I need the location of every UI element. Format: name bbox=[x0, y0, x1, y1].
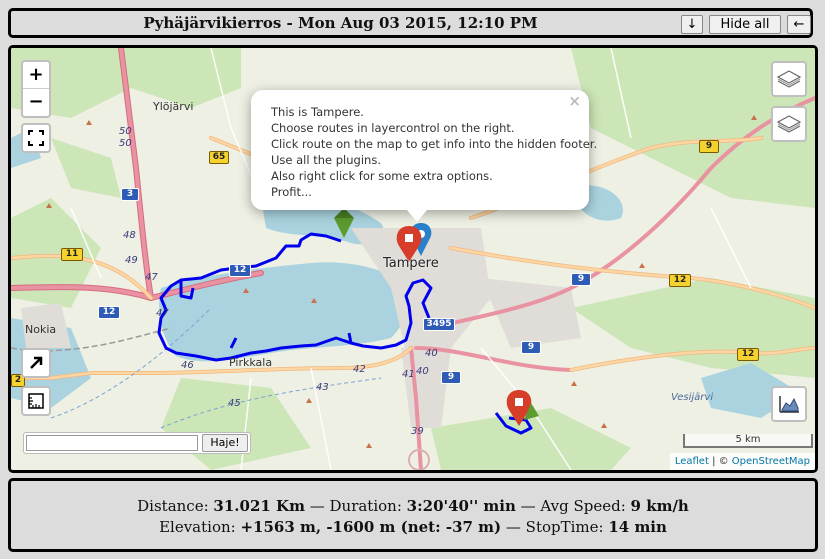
route-number-45: 45 bbox=[228, 398, 241, 409]
arrow-up-right-icon bbox=[30, 356, 43, 369]
leaflet-link[interactable]: Leaflet bbox=[675, 456, 709, 467]
layer-control-routes[interactable] bbox=[771, 106, 807, 142]
header-bar: Pyhäjärvikierros - Mon Aug 03 2015, 12:1… bbox=[8, 8, 813, 38]
route-number-40b: 40 bbox=[416, 366, 429, 377]
speed-label: — Avg Speed: bbox=[515, 497, 631, 515]
osm-link[interactable]: OpenStreetMap bbox=[732, 456, 810, 467]
duration-value: 3:20'40'' min bbox=[406, 497, 516, 515]
popup-close-button[interactable]: × bbox=[568, 92, 581, 110]
footer-row-elevation: Elevation: +1563 m, -1600 m (net: -37 m)… bbox=[11, 518, 815, 536]
locate-button[interactable] bbox=[21, 348, 51, 378]
elevation-profile-button[interactable] bbox=[771, 386, 807, 422]
place-label-nokia: Nokia bbox=[25, 323, 57, 336]
road-shield-9-southeast: 9 bbox=[521, 341, 541, 354]
down-arrow-button[interactable]: ↓ bbox=[681, 15, 703, 34]
road-shield-11: 11 bbox=[61, 248, 83, 261]
fullscreen-icon bbox=[28, 130, 44, 146]
search-input[interactable] bbox=[26, 435, 198, 451]
route-number-48: 48 bbox=[123, 230, 136, 241]
route-number-46: 46 bbox=[181, 360, 194, 371]
attribution-separator: | © bbox=[708, 456, 732, 467]
road-shield-3: 3 bbox=[121, 188, 139, 201]
route-number-43: 43 bbox=[316, 382, 329, 393]
zoom-control: + − bbox=[21, 60, 51, 118]
distance-label: Distance: bbox=[137, 497, 214, 515]
layers-icon bbox=[776, 115, 802, 133]
route-number-47b: 47 bbox=[156, 308, 169, 319]
route-number-47a: 47 bbox=[145, 272, 158, 283]
road-shield-12-far-east: 12 bbox=[737, 348, 759, 361]
elevation-value: +1563 m, -1600 m (net: -37 m) bbox=[240, 518, 502, 536]
popup-line-3: Click route on the map to get info into … bbox=[271, 137, 598, 151]
route-number-42: 42 bbox=[353, 364, 366, 375]
distance-value: 31.021 Km bbox=[213, 497, 305, 515]
place-label-tampere: Tampere bbox=[383, 256, 439, 271]
layer-control-base[interactable] bbox=[771, 61, 807, 97]
route-number-50b: 50 bbox=[119, 138, 132, 149]
hide-all-button[interactable]: Hide all bbox=[709, 15, 781, 34]
speed-value: 9 km/h bbox=[630, 497, 689, 515]
place-label-vesijarvi: Vesijärvi bbox=[671, 392, 714, 403]
zoom-out-button[interactable]: − bbox=[23, 89, 49, 115]
layers-icon bbox=[776, 70, 802, 88]
search-box: Haje! bbox=[23, 432, 251, 454]
stoptime-label: — StopTime: bbox=[501, 518, 609, 536]
measure-button[interactable] bbox=[21, 386, 51, 416]
place-label-pirkkala: Pirkkala bbox=[229, 356, 273, 369]
road-shield-65: 65 bbox=[209, 151, 229, 164]
popup-line-5: Also right click for some extra options. bbox=[271, 169, 493, 183]
duration-label: — Duration: bbox=[304, 497, 407, 515]
road-shield-9-east: 9 bbox=[571, 273, 591, 286]
zoom-in-button[interactable]: + bbox=[23, 62, 49, 89]
popup-tip bbox=[407, 210, 427, 222]
road-shield-12-lake: 12 bbox=[229, 264, 251, 277]
attribution: Leaflet | © OpenStreetMap bbox=[669, 453, 815, 470]
popup-line-4: Use all the plugins. bbox=[271, 153, 381, 167]
route-number-39: 39 bbox=[411, 426, 424, 437]
popup-line-1: This is Tampere. bbox=[271, 105, 364, 119]
popup-line-6: Profit... bbox=[271, 185, 312, 199]
back-arrow-button[interactable]: ← bbox=[787, 15, 811, 34]
road-shield-9-south: 9 bbox=[441, 371, 461, 384]
footer-row-stats: Distance: 31.021 Km — Duration: 3:20'40'… bbox=[11, 497, 815, 515]
route-number-40a: 40 bbox=[425, 348, 438, 359]
elevation-label: Elevation: bbox=[159, 518, 241, 536]
tampere-popup: × This is Tampere. Choose routes in laye… bbox=[251, 90, 597, 222]
place-label-ylojarvi: Ylöjärvi bbox=[153, 100, 194, 113]
ruler-icon bbox=[28, 393, 44, 409]
route-number-50a: 50 bbox=[119, 126, 132, 137]
route-info-footer: Distance: 31.021 Km — Duration: 3:20'40'… bbox=[8, 478, 818, 552]
road-shield-3495: 3495 bbox=[423, 318, 455, 331]
road-shield-12-west: 12 bbox=[98, 306, 120, 319]
page-title: Pyhäjärvikierros - Mon Aug 03 2015, 12:1… bbox=[143, 14, 538, 32]
stoptime-value: 14 min bbox=[608, 518, 667, 536]
elevation-chart-icon bbox=[779, 396, 799, 413]
road-shield-9-northeast: 9 bbox=[699, 140, 719, 153]
popup-line-2: Choose routes in layercontrol on the rig… bbox=[271, 121, 515, 135]
road-shield-12-east: 12 bbox=[669, 274, 691, 287]
scale-bar: 5 km bbox=[683, 434, 813, 448]
route-number-41: 41 bbox=[402, 369, 415, 380]
map-view[interactable]: 65 3 11 12 12 12 12 9 9 9 9 3495 2 50 50… bbox=[8, 45, 818, 473]
search-button[interactable]: Haje! bbox=[202, 434, 248, 452]
fullscreen-button[interactable] bbox=[21, 123, 51, 153]
route-number-49: 49 bbox=[125, 255, 138, 266]
